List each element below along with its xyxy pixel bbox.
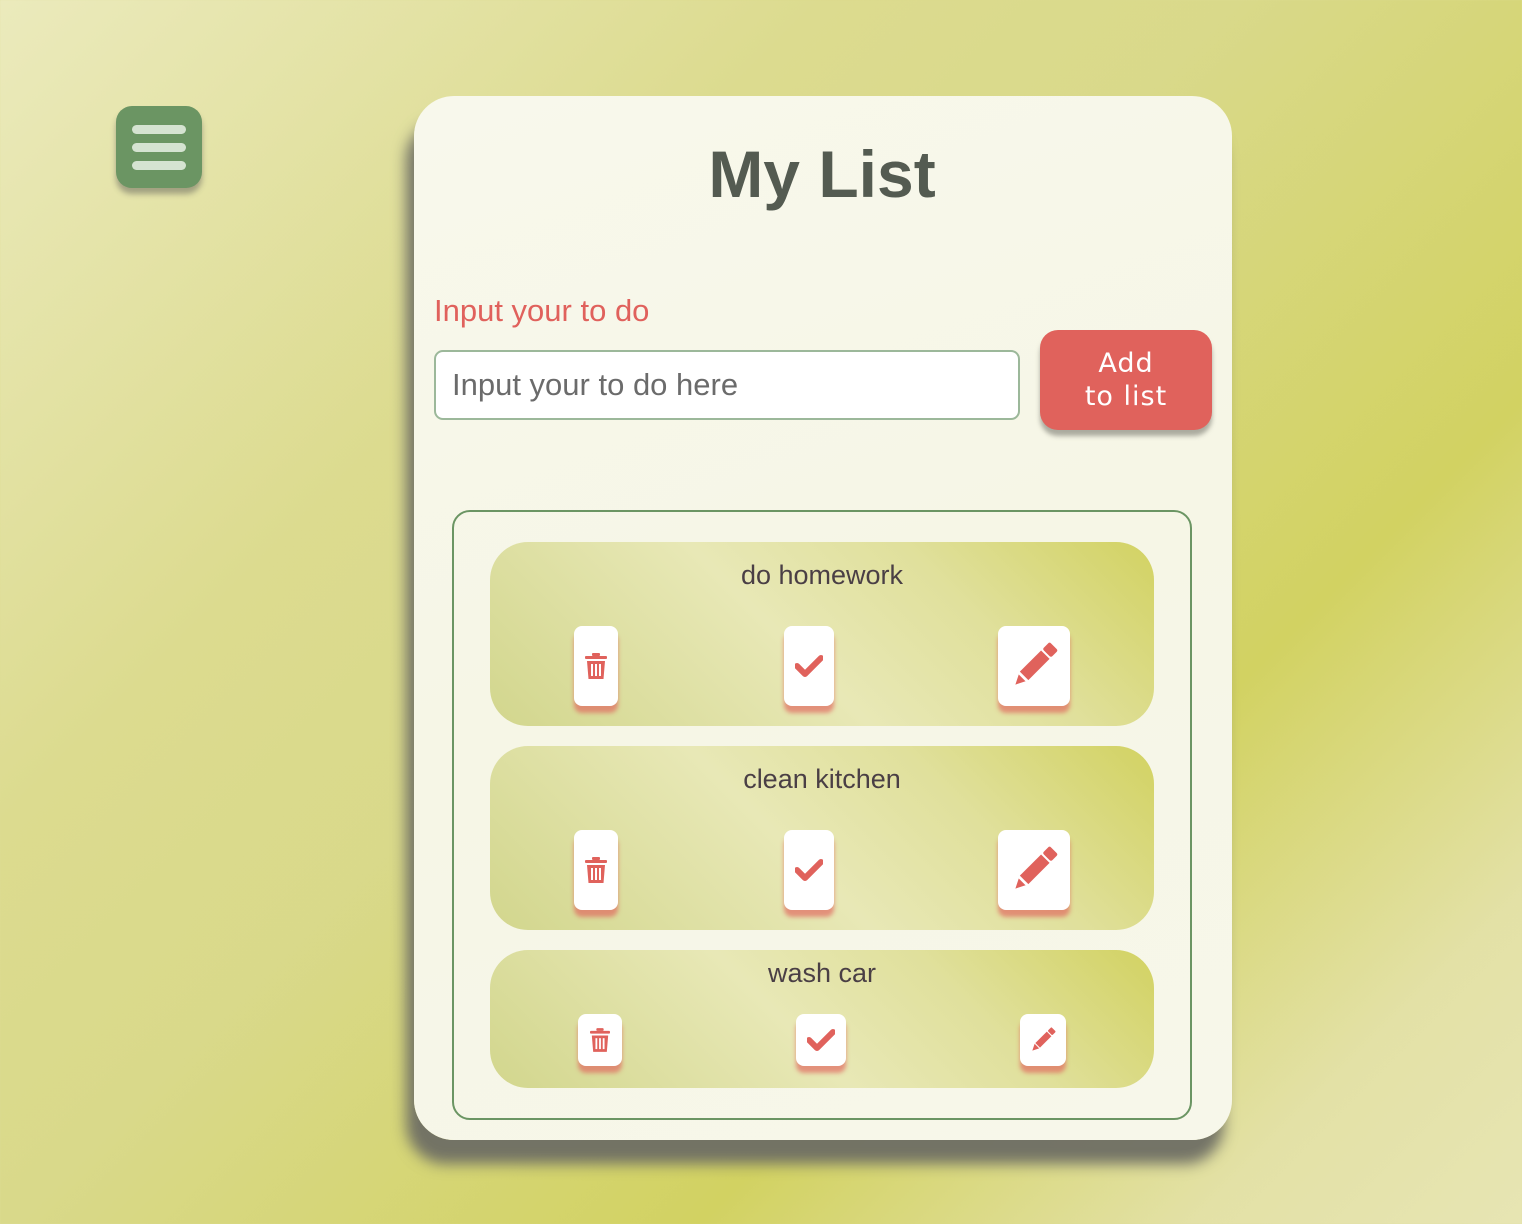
todo-item: wash car	[490, 950, 1154, 1088]
pencil-icon	[1013, 642, 1058, 687]
complete-button[interactable]	[796, 1014, 846, 1066]
todo-item: do homework	[490, 542, 1154, 726]
check-icon	[795, 859, 823, 881]
trash-icon	[585, 653, 607, 679]
edit-button[interactable]	[998, 830, 1070, 910]
edit-button[interactable]	[998, 626, 1070, 706]
todo-input-label: Input your to do	[434, 293, 650, 328]
complete-button[interactable]	[784, 830, 834, 910]
add-button-label-line1: Add	[1098, 348, 1154, 379]
trash-icon	[590, 1028, 610, 1052]
pencil-icon	[1013, 846, 1058, 891]
add-button-label-line2: to list	[1084, 381, 1168, 412]
todo-input[interactable]	[434, 350, 1020, 420]
pencil-icon	[1032, 1027, 1056, 1051]
delete-button[interactable]	[578, 1014, 622, 1066]
add-to-list-button[interactable]: Add to list	[1040, 330, 1212, 430]
todo-item: clean kitchen	[490, 746, 1154, 930]
menu-bar-icon	[132, 124, 186, 134]
delete-button[interactable]	[574, 626, 618, 706]
check-icon	[807, 1029, 835, 1051]
todo-item-text: do homework	[740, 560, 904, 590]
page-title: My List	[708, 137, 936, 211]
todo-item-text: wash car	[767, 958, 877, 988]
check-icon	[795, 655, 823, 677]
complete-button[interactable]	[784, 626, 834, 706]
trash-icon	[585, 857, 607, 883]
todo-item-text: clean kitchen	[743, 764, 901, 794]
edit-button[interactable]	[1020, 1014, 1066, 1066]
delete-button[interactable]	[574, 830, 618, 910]
